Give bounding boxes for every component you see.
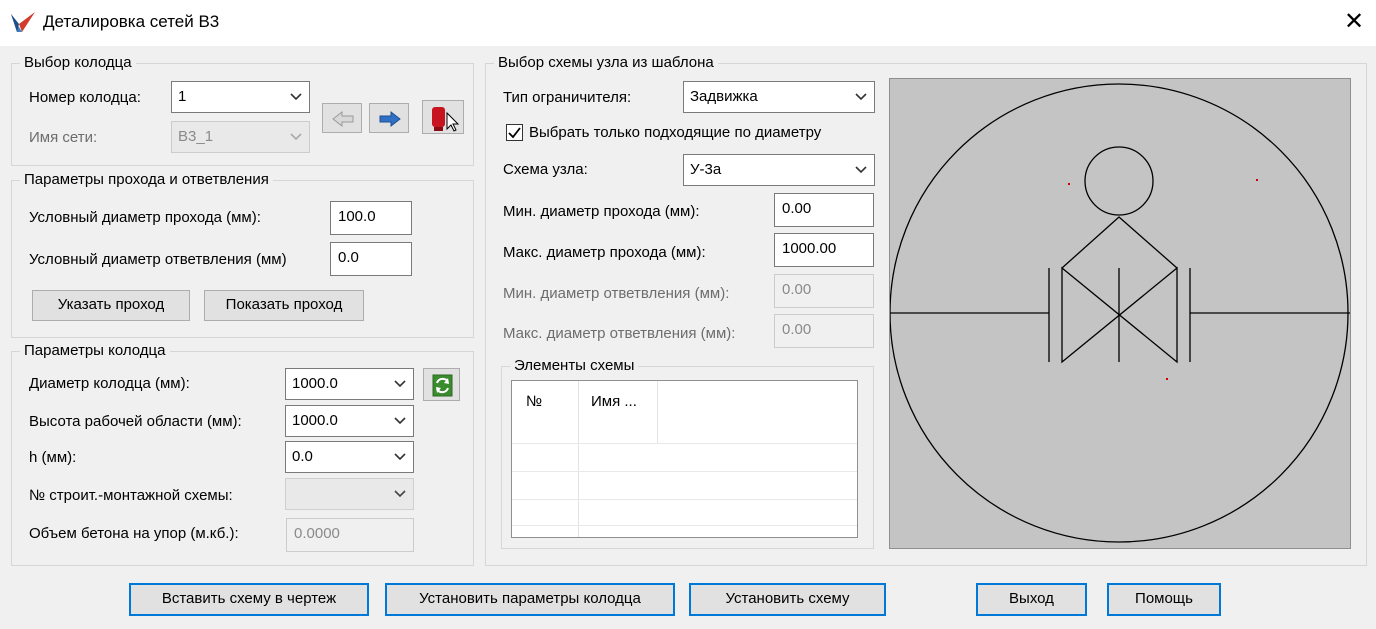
network-name-select[interactable]: В3_1 [171, 121, 310, 153]
well-params-title: Параметры колодца [20, 342, 170, 360]
valve-handle-lines [1061, 216, 1178, 269]
h-label: h (мм): [29, 449, 77, 466]
app-logo-icon [11, 12, 35, 32]
well-number-value: 1 [178, 88, 187, 105]
refresh-icon [432, 374, 453, 397]
pass-diameter-label: Условный диаметр прохода (мм): [29, 209, 261, 226]
only-matching-checkbox[interactable] [506, 124, 523, 141]
node-scheme-select[interactable]: У-3а [683, 154, 875, 186]
elements-table[interactable]: № Имя ... [511, 380, 858, 538]
well-diameter-select[interactable]: 1000.0 [285, 368, 414, 400]
pass-diameter-value: 100.0 [338, 208, 376, 225]
well-diameter-value: 1000.0 [292, 375, 338, 392]
checkmark-icon [508, 127, 521, 139]
work-height-value: 1000.0 [292, 412, 338, 429]
well-select-title: Выбор колодца [20, 54, 136, 72]
insert-scheme-button[interactable]: Вставить схему в чертеж [129, 583, 369, 616]
close-button[interactable]: ✕ [1336, 6, 1372, 38]
help-button[interactable]: Помощь [1107, 583, 1221, 616]
scheme-no-label: № строит.-монтажной схемы: [29, 487, 233, 504]
window-title: Деталировка сетей В3 [43, 12, 220, 31]
limiter-type-value: Задвижка [690, 88, 758, 105]
set-scheme-button[interactable]: Установить схему [689, 583, 886, 616]
specify-pass-button[interactable]: Указать проход [32, 290, 190, 321]
only-matching-label: Выбрать только подходящие по диаметру [529, 124, 822, 141]
arrow-right-icon [379, 110, 401, 128]
valve-handwheel [1084, 146, 1154, 216]
prev-well-button[interactable] [322, 103, 362, 133]
title-bar: Деталировка сетей В3 ✕ [0, 0, 1376, 46]
min-branch-label: Мин. диаметр ответвления (мм): [503, 285, 730, 302]
max-pass-field[interactable]: 1000.00 [774, 233, 874, 267]
min-branch-value: 0.00 [782, 281, 812, 298]
chevron-down-icon [855, 166, 867, 174]
work-height-label: Высота рабочей области (мм): [29, 413, 242, 430]
chevron-down-icon [855, 93, 867, 101]
concrete-label: Объем бетона на упор (м.кб.): [29, 525, 239, 542]
node-scheme-value: У-3а [690, 161, 722, 178]
refresh-button[interactable] [423, 368, 460, 401]
h-select[interactable]: 0.0 [285, 441, 414, 473]
scheme-preview [889, 78, 1351, 549]
limiter-type-label: Тип ограничителя: [503, 89, 632, 106]
concrete-value: 0.0000 [294, 525, 340, 542]
work-height-select[interactable]: 1000.0 [285, 405, 414, 437]
max-pass-value: 1000.00 [782, 240, 837, 257]
network-name-value: В3_1 [178, 128, 214, 145]
branch-diameter-field[interactable]: 0.0 [330, 242, 412, 276]
template-title: Выбор схемы узла из шаблона [494, 54, 718, 72]
chevron-down-icon [394, 490, 406, 498]
chevron-down-icon [394, 453, 406, 461]
pick-well-icon [432, 107, 460, 132]
max-branch-value: 0.00 [782, 321, 812, 338]
chevron-down-icon [394, 417, 406, 425]
arrow-left-icon [332, 110, 354, 128]
well-number-label: Номер колодца: [29, 89, 141, 106]
chevron-down-icon [290, 133, 302, 141]
branch-diameter-value: 0.0 [338, 249, 359, 266]
set-well-params-button[interactable]: Установить параметры колодца [385, 583, 675, 616]
column-header-name[interactable]: Имя ... [591, 393, 637, 410]
min-pass-value: 0.00 [782, 200, 812, 217]
column-header-number[interactable]: № [526, 393, 542, 410]
network-name-label: Имя сети: [29, 129, 98, 146]
exit-button[interactable]: Выход [976, 583, 1087, 616]
pass-params-title: Параметры прохода и ответвления [20, 171, 273, 189]
well-number-select[interactable]: 1 [171, 81, 310, 113]
concrete-field[interactable]: 0.0000 [286, 518, 414, 552]
h-value: 0.0 [292, 448, 313, 465]
min-pass-field[interactable]: 0.00 [774, 193, 874, 227]
scheme-no-select[interactable] [285, 478, 414, 510]
pass-diameter-field[interactable]: 100.0 [330, 201, 412, 235]
show-pass-button[interactable]: Показать проход [204, 290, 364, 321]
well-diameter-label: Диаметр колодца (мм): [29, 375, 190, 392]
min-branch-field[interactable]: 0.00 [774, 274, 874, 308]
node-scheme-label: Схема узла: [503, 161, 588, 178]
limiter-type-select[interactable]: Задвижка [683, 81, 875, 113]
max-branch-field[interactable]: 0.00 [774, 314, 874, 348]
elements-title: Элементы схемы [510, 357, 639, 375]
chevron-down-icon [394, 380, 406, 388]
branch-diameter-label: Условный диаметр ответвления (мм) [29, 251, 287, 268]
pick-well-button[interactable] [422, 100, 464, 134]
next-well-button[interactable] [369, 103, 409, 133]
scheme-diagram [889, 83, 1350, 543]
chevron-down-icon [290, 93, 302, 101]
max-branch-label: Макс. диаметр ответвления (мм): [503, 325, 736, 342]
min-pass-label: Мин. диаметр прохода (мм): [503, 203, 700, 220]
max-pass-label: Макс. диаметр прохода (мм): [503, 244, 706, 261]
